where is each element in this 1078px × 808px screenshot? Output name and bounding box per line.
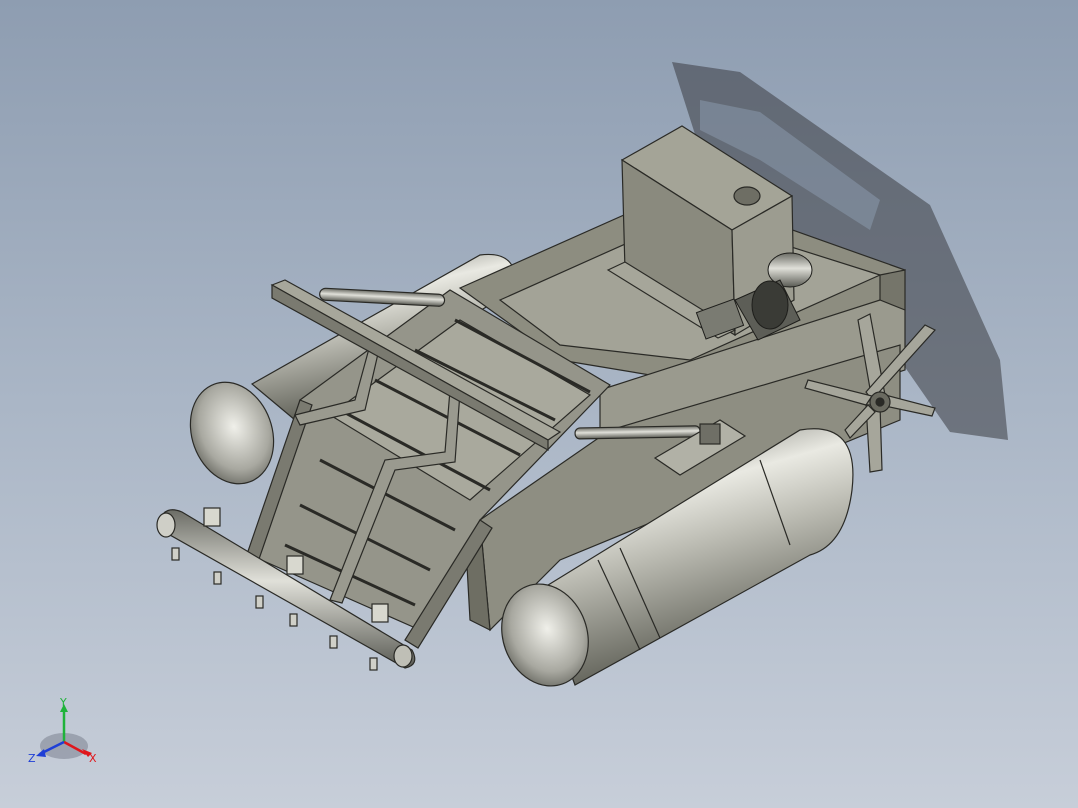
x-axis-label: X [89, 752, 97, 765]
cad-viewport[interactable]: Y X Z [0, 0, 1078, 808]
model-view[interactable] [0, 0, 1078, 808]
orientation-triad[interactable]: Y X Z [26, 696, 106, 776]
y-axis-label: Y [59, 696, 67, 709]
z-axis-label: Z [28, 752, 36, 765]
